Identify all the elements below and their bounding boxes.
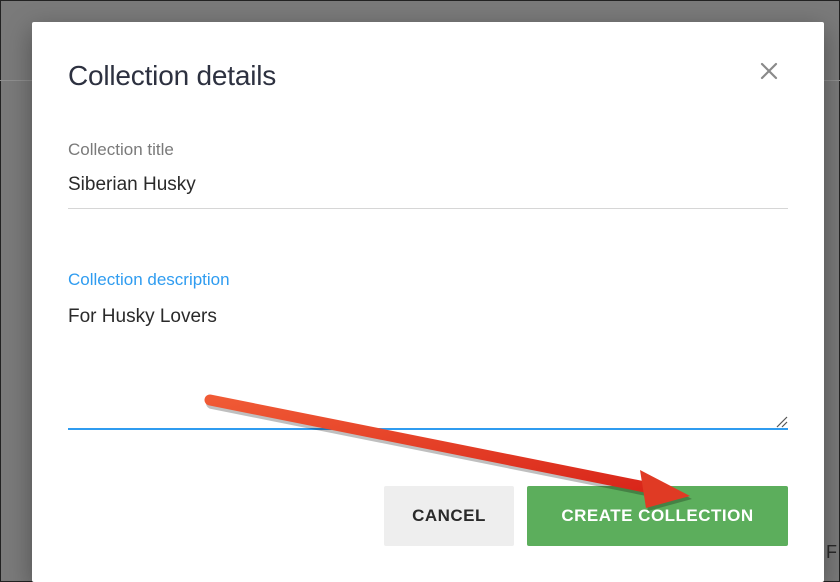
- collection-title-label: Collection title: [68, 140, 174, 159]
- background-peek-text: F: [826, 542, 837, 562]
- dialog-title: Collection details: [68, 60, 277, 91]
- collection-description-label: Collection description: [68, 270, 230, 289]
- cancel-button[interactable]: CANCEL: [384, 486, 514, 546]
- close-button[interactable]: [754, 56, 784, 86]
- collection-title-input[interactable]: [68, 172, 768, 198]
- resize-handle-icon[interactable]: [774, 414, 788, 428]
- collection-description-underline: [68, 428, 788, 430]
- collection-details-dialog: Collection details Collection title Coll…: [32, 22, 824, 582]
- collection-title-underline: [68, 208, 788, 209]
- close-icon: [760, 62, 778, 80]
- collection-description-textarea[interactable]: For Husky Lovers: [68, 306, 768, 426]
- create-collection-button[interactable]: CREATE COLLECTION: [527, 486, 788, 546]
